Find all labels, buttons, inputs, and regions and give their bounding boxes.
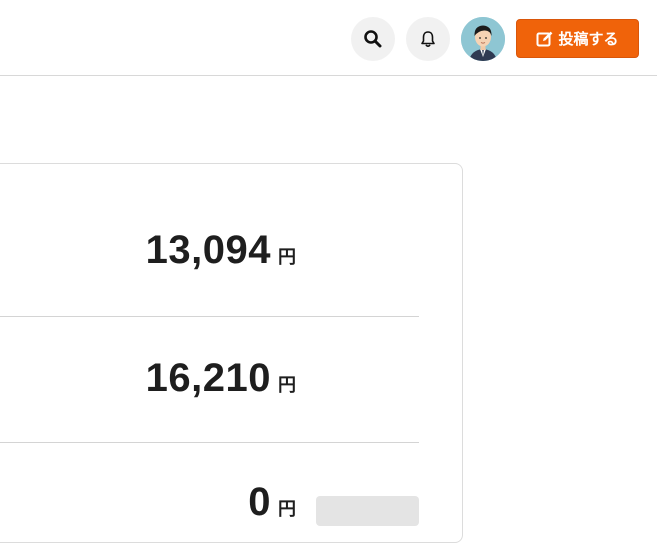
- amount-number: 16,210: [145, 356, 271, 400]
- row-divider: [0, 442, 419, 443]
- bell-icon: [421, 31, 435, 47]
- user-avatar[interactable]: [461, 17, 505, 61]
- amount-number: 13,094: [145, 228, 271, 272]
- row-divider: [0, 316, 419, 317]
- post-button[interactable]: 投稿する: [516, 19, 639, 58]
- amount-number: 0: [248, 480, 271, 524]
- search-button[interactable]: [351, 17, 395, 61]
- amount-unit: 円: [278, 499, 296, 519]
- amount-unit: 円: [278, 375, 296, 395]
- top-header: 投稿する: [0, 0, 657, 76]
- edit-icon: [536, 31, 553, 46]
- amount-value: 16,210 円: [146, 356, 296, 401]
- summary-card: [0, 163, 463, 543]
- search-icon: [364, 30, 382, 48]
- notification-button[interactable]: [406, 17, 450, 61]
- amount-unit: 円: [278, 247, 296, 267]
- action-button[interactable]: [316, 496, 419, 526]
- post-button-label: 投稿する: [558, 31, 619, 48]
- amount-value: 13,094 円: [146, 228, 296, 273]
- avatar-illustration: [461, 17, 505, 61]
- amount-value: 0 円: [248, 480, 296, 525]
